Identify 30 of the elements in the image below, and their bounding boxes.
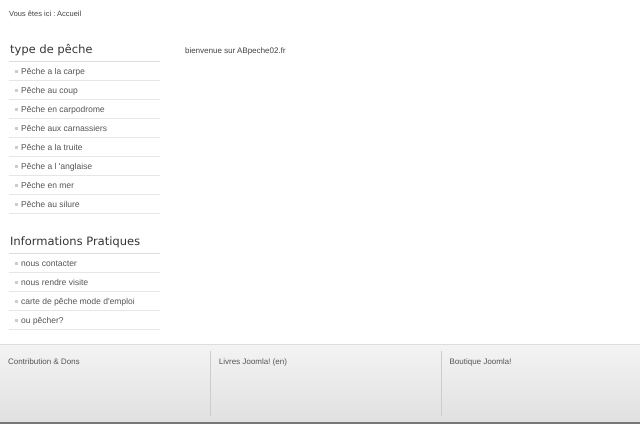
menu-link[interactable]: Pêche au coup <box>21 85 78 95</box>
menu-heading: type de pêche <box>9 42 160 62</box>
footer-link[interactable]: Contribution & Dons <box>8 357 80 366</box>
bullet-icon <box>15 164 18 168</box>
bullet-icon <box>15 88 18 92</box>
footer-link[interactable]: Boutique Joomla! <box>450 357 512 366</box>
bullet-icon <box>15 280 18 284</box>
bullet-icon <box>15 108 18 110</box>
bullet-icon <box>15 202 18 206</box>
menu-link[interactable]: Pêche au silure <box>21 199 80 209</box>
bullet-icon <box>15 126 18 130</box>
menu-link[interactable]: nous rendre visite <box>21 277 88 287</box>
welcome-text: bienvenue sur ABpeche02.fr <box>185 46 286 55</box>
menu-link[interactable]: Pêche a la truite <box>21 142 82 152</box>
menu-link[interactable]: Pêche a la carpe <box>21 66 85 76</box>
menu-link[interactable]: Pêche en carpodrome <box>21 104 105 114</box>
footer-link[interactable]: Livres Joomla! (en) <box>218 357 287 366</box>
menu-link[interactable]: nous contacter <box>21 258 77 268</box>
menu-link[interactable]: Pêche en mer <box>21 180 74 190</box>
bullet-icon <box>15 300 18 302</box>
bullet-icon <box>15 318 18 322</box>
menu-link[interactable]: Pêche aux carnassiers <box>21 123 107 133</box>
bullet-icon <box>15 70 18 72</box>
menu-link[interactable]: carte de pêche mode d'emploi <box>21 296 135 306</box>
menu-heading: Informations Pratiques <box>9 234 160 254</box>
bullet-icon <box>15 146 18 148</box>
menu-link[interactable]: ou pêcher? <box>21 315 64 325</box>
bullet-icon <box>15 184 18 186</box>
menu-link[interactable]: Pêche a l 'anglaise <box>21 161 92 171</box>
bullet-icon <box>15 262 18 264</box>
